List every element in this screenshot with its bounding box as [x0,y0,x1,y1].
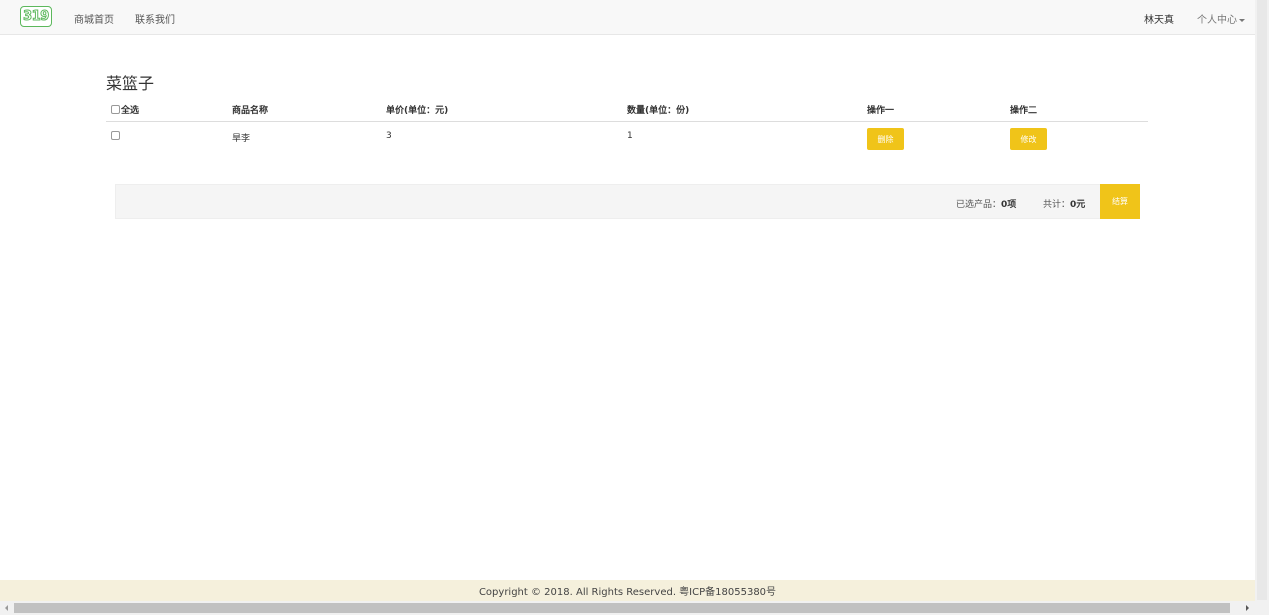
logo-text: 319 [23,9,50,25]
nav-link-home[interactable]: 商城首页 [74,11,114,26]
selected-label: 已选产品： [956,200,1002,210]
checkout-button[interactable]: 结算 [1100,184,1140,219]
cart-summary-bar: 已选产品：0项 共计：0元 结算 [115,184,1140,219]
top-navbar: 319 商城首页 联系我们 林天真 个人中心 [0,0,1255,35]
header-product-name: 商品名称 [232,106,269,116]
product-quantity: 1 [627,131,633,141]
header-quantity: 数量(单位：份) [627,106,690,116]
scroll-left-arrow-icon[interactable] [5,605,8,611]
header-unit-price: 单价(单位：元) [386,106,449,116]
table-header: 全选 商品名称 单价(单位：元) 数量(单位：份) 操作一 操作二 [106,99,1148,122]
row-checkbox[interactable] [111,131,120,140]
header-action-two: 操作二 [1010,106,1038,116]
select-all-label: 全选 [121,106,140,116]
copyright-text: Copyright © 2018. All Rights Reserved. 粤… [478,587,777,598]
scroll-right-arrow-icon[interactable] [1246,605,1249,611]
user-name[interactable]: 林天真 [1144,11,1174,26]
page-title: 菜篮子 [106,74,155,93]
select-all-checkbox[interactable] [111,105,120,114]
select-all-cell[interactable]: 全选 [111,103,139,116]
total-amount: 共计：0元 [1043,197,1085,210]
selected-value: 0项 [1001,200,1017,210]
user-center-dropdown[interactable]: 个人中心 [1197,11,1245,26]
horizontal-scrollbar-thumb[interactable] [14,603,1230,613]
row-checkbox-cell[interactable] [111,131,121,142]
selected-count: 已选产品：0项 [956,197,1016,210]
header-action-one: 操作一 [867,106,895,116]
vertical-scrollbar-thumb[interactable] [1257,0,1267,600]
delete-button[interactable]: 删除 [867,128,904,150]
footer: Copyright © 2018. All Rights Reserved. 粤… [0,580,1255,601]
table-row: 旱李 3 1 删除 修改 [106,122,1148,162]
site-logo[interactable]: 319 [20,6,52,27]
chevron-down-icon [1239,18,1245,22]
product-price: 3 [386,131,392,141]
total-label: 共计： [1043,200,1071,210]
cart-table: 全选 商品名称 单价(单位：元) 数量(单位：份) 操作一 操作二 旱李 3 1… [106,99,1148,162]
nav-link-contact[interactable]: 联系我们 [135,11,175,26]
user-center-label: 个人中心 [1197,15,1237,26]
product-name: 旱李 [232,134,251,144]
edit-button[interactable]: 修改 [1010,128,1047,150]
total-value: 0元 [1070,200,1086,210]
